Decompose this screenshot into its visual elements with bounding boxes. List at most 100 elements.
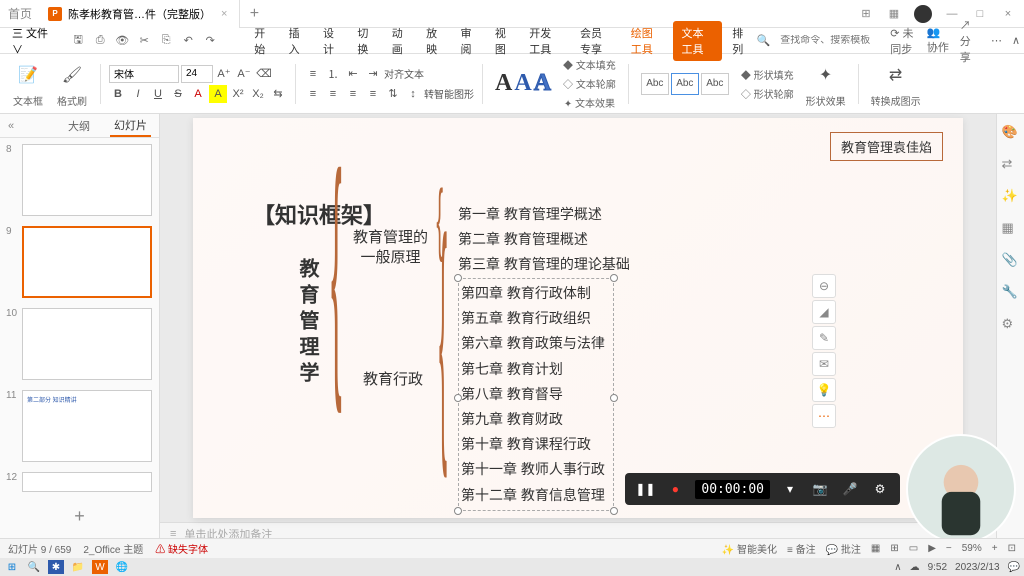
sidebar-animation-icon[interactable]: ✨: [1002, 188, 1020, 206]
align-right-button[interactable]: ≡: [344, 85, 362, 103]
ai-beautify-button[interactable]: ✨ 智能美化: [722, 541, 777, 556]
zoom-in-icon[interactable]: +: [992, 543, 998, 554]
highlight-button[interactable]: A: [209, 85, 227, 103]
format-painter-button[interactable]: 🖌: [56, 59, 88, 91]
pause-button[interactable]: ❚❚: [635, 479, 655, 499]
search-input[interactable]: [780, 35, 880, 46]
slideshow-icon[interactable]: ▶: [928, 543, 936, 554]
rec-settings-icon[interactable]: ⚙: [870, 479, 890, 499]
slide-thumb-10[interactable]: [22, 308, 152, 380]
webcam-preview[interactable]: [906, 434, 1016, 544]
wordart-style-1[interactable]: A: [495, 70, 512, 97]
main-topic[interactable]: 教育管理学: [293, 258, 322, 388]
text-fill-button[interactable]: ◆ 文本填充: [563, 57, 616, 72]
wordart-style-2[interactable]: A: [514, 70, 531, 97]
font-name-select[interactable]: [109, 65, 179, 83]
font-color-button[interactable]: A: [189, 85, 207, 103]
file-menu[interactable]: 三 文件 ∨: [4, 25, 62, 57]
indent-inc-button[interactable]: ⇥: [364, 65, 382, 83]
tab-home[interactable]: 首页: [0, 0, 40, 28]
save-icon[interactable]: 🖫: [70, 33, 86, 49]
menu-tab-9[interactable]: 会员专享: [572, 21, 621, 61]
resize-handle[interactable]: [610, 274, 618, 282]
chapter-group-2-selected[interactable]: 第四章 教育行政体制第五章 教育行政组织第六章 教育政策与法律第七章 教育计划第…: [458, 278, 614, 511]
record-button[interactable]: ●: [665, 479, 685, 499]
explorer-icon[interactable]: 📁: [70, 560, 86, 574]
resize-handle[interactable]: [610, 507, 618, 515]
ribbon-toggle-icon[interactable]: ∧: [1012, 34, 1020, 47]
add-slide-button[interactable]: +: [6, 502, 153, 531]
collab-button[interactable]: 👥 协作: [927, 26, 950, 55]
slide-thumb-9[interactable]: [22, 226, 152, 298]
chrome-icon[interactable]: 🌐: [114, 560, 130, 574]
bold-button[interactable]: B: [109, 85, 127, 103]
float-tool-more-icon[interactable]: ⋯: [812, 404, 836, 428]
float-tool-fill-icon[interactable]: ◢: [812, 300, 836, 324]
menu-tab-10[interactable]: 绘图工具: [623, 21, 672, 61]
shape-style-2[interactable]: Abc: [671, 73, 699, 95]
sync-status[interactable]: ⟳ 未同步: [890, 25, 917, 57]
text-effect-button[interactable]: ✦ 文本效果: [564, 95, 615, 110]
view-sorter-icon[interactable]: ⊞: [890, 543, 898, 554]
rec-mic-icon[interactable]: 🎤: [840, 479, 860, 499]
sidebar-tools-icon[interactable]: 🔧: [1002, 284, 1020, 302]
preview-icon[interactable]: 👁: [114, 33, 130, 49]
underline-button[interactable]: U: [149, 85, 167, 103]
slide-thumb-8[interactable]: [22, 144, 152, 216]
menu-tab-11[interactable]: 文本工具: [673, 21, 722, 61]
subtopic-2[interactable]: 教育行政: [363, 368, 423, 389]
slide-title[interactable]: 【知识框架】: [253, 198, 385, 230]
clear-format-icon[interactable]: ⌫: [255, 65, 273, 83]
char-spacing-button[interactable]: ⇆: [269, 85, 287, 103]
undo-icon[interactable]: ↶: [180, 33, 196, 49]
line-spacing-button[interactable]: ⇅: [384, 85, 402, 103]
comment-button[interactable]: 💬 批注: [826, 541, 861, 556]
float-tool-bulb-icon[interactable]: 💡: [812, 378, 836, 402]
resize-handle[interactable]: [610, 394, 618, 402]
wordart-style-3[interactable]: A: [534, 70, 551, 97]
menu-tab-6[interactable]: 审阅: [452, 21, 484, 61]
menu-tab-3[interactable]: 切换: [349, 21, 381, 61]
slides-tab[interactable]: 幻灯片: [110, 115, 151, 137]
search-icon[interactable]: 🔍: [26, 560, 42, 574]
app-icon-1[interactable]: ✱: [48, 560, 64, 574]
cut-icon[interactable]: ✂: [136, 33, 152, 49]
menu-tab-8[interactable]: 开发工具: [521, 21, 570, 61]
subtopic-1[interactable]: 教育管理的 一般原理: [353, 228, 428, 267]
view-reading-icon[interactable]: ▭: [909, 543, 918, 554]
print-icon[interactable]: ⎙: [92, 33, 108, 49]
menu-tab-0[interactable]: 开始: [246, 21, 278, 61]
resize-handle[interactable]: [454, 274, 462, 282]
tray-cloud-icon[interactable]: ☁: [910, 562, 920, 573]
menu-tab-5[interactable]: 放映: [418, 21, 450, 61]
zoom-level[interactable]: 59%: [962, 543, 982, 554]
float-tool-chain-icon[interactable]: ⊖: [812, 274, 836, 298]
strike-button[interactable]: S: [169, 85, 187, 103]
subscript-button[interactable]: X₂: [249, 85, 267, 103]
textbox-button[interactable]: 📝: [12, 59, 44, 91]
tray-up-icon[interactable]: ∧: [894, 562, 901, 573]
outline-tab[interactable]: 大纲: [64, 116, 94, 136]
sidebar-template-icon[interactable]: ▦: [1002, 220, 1020, 238]
shape-fill-button[interactable]: ◆ 形状填充: [741, 67, 794, 82]
menu-tab-7[interactable]: 视图: [487, 21, 519, 61]
slide-thumb-11[interactable]: 第二部分 知识精讲: [22, 390, 152, 462]
more-icon[interactable]: ⋯: [991, 34, 1002, 47]
chapter-group-1[interactable]: 第一章 教育管理学概述第二章 教育管理概述第三章 教育管理的理论基础: [458, 202, 630, 278]
shape-outline-button[interactable]: ◇ 形状轮廓: [741, 86, 794, 101]
sidebar-settings-icon[interactable]: ⚙: [1002, 316, 1020, 334]
decrease-font-icon[interactable]: A⁻: [235, 65, 253, 83]
start-icon[interactable]: ⊞: [4, 560, 20, 574]
notification-icon[interactable]: 💬: [1008, 562, 1020, 573]
sidebar-design-icon[interactable]: 🎨: [1002, 124, 1020, 142]
italic-button[interactable]: I: [129, 85, 147, 103]
numbering-button[interactable]: ⒈: [324, 65, 342, 83]
menu-tab-2[interactable]: 设计: [315, 21, 347, 61]
align-left-button[interactable]: ≡: [304, 85, 322, 103]
copy-icon[interactable]: ⎘: [158, 33, 174, 49]
missing-font-warning[interactable]: ⚠ 缺失字体: [155, 541, 208, 556]
justify-button[interactable]: ≡: [364, 85, 382, 103]
wps-icon[interactable]: W: [92, 560, 108, 574]
notes-button[interactable]: ≡ 备注: [787, 541, 816, 556]
shape-style-1[interactable]: Abc: [641, 73, 669, 95]
